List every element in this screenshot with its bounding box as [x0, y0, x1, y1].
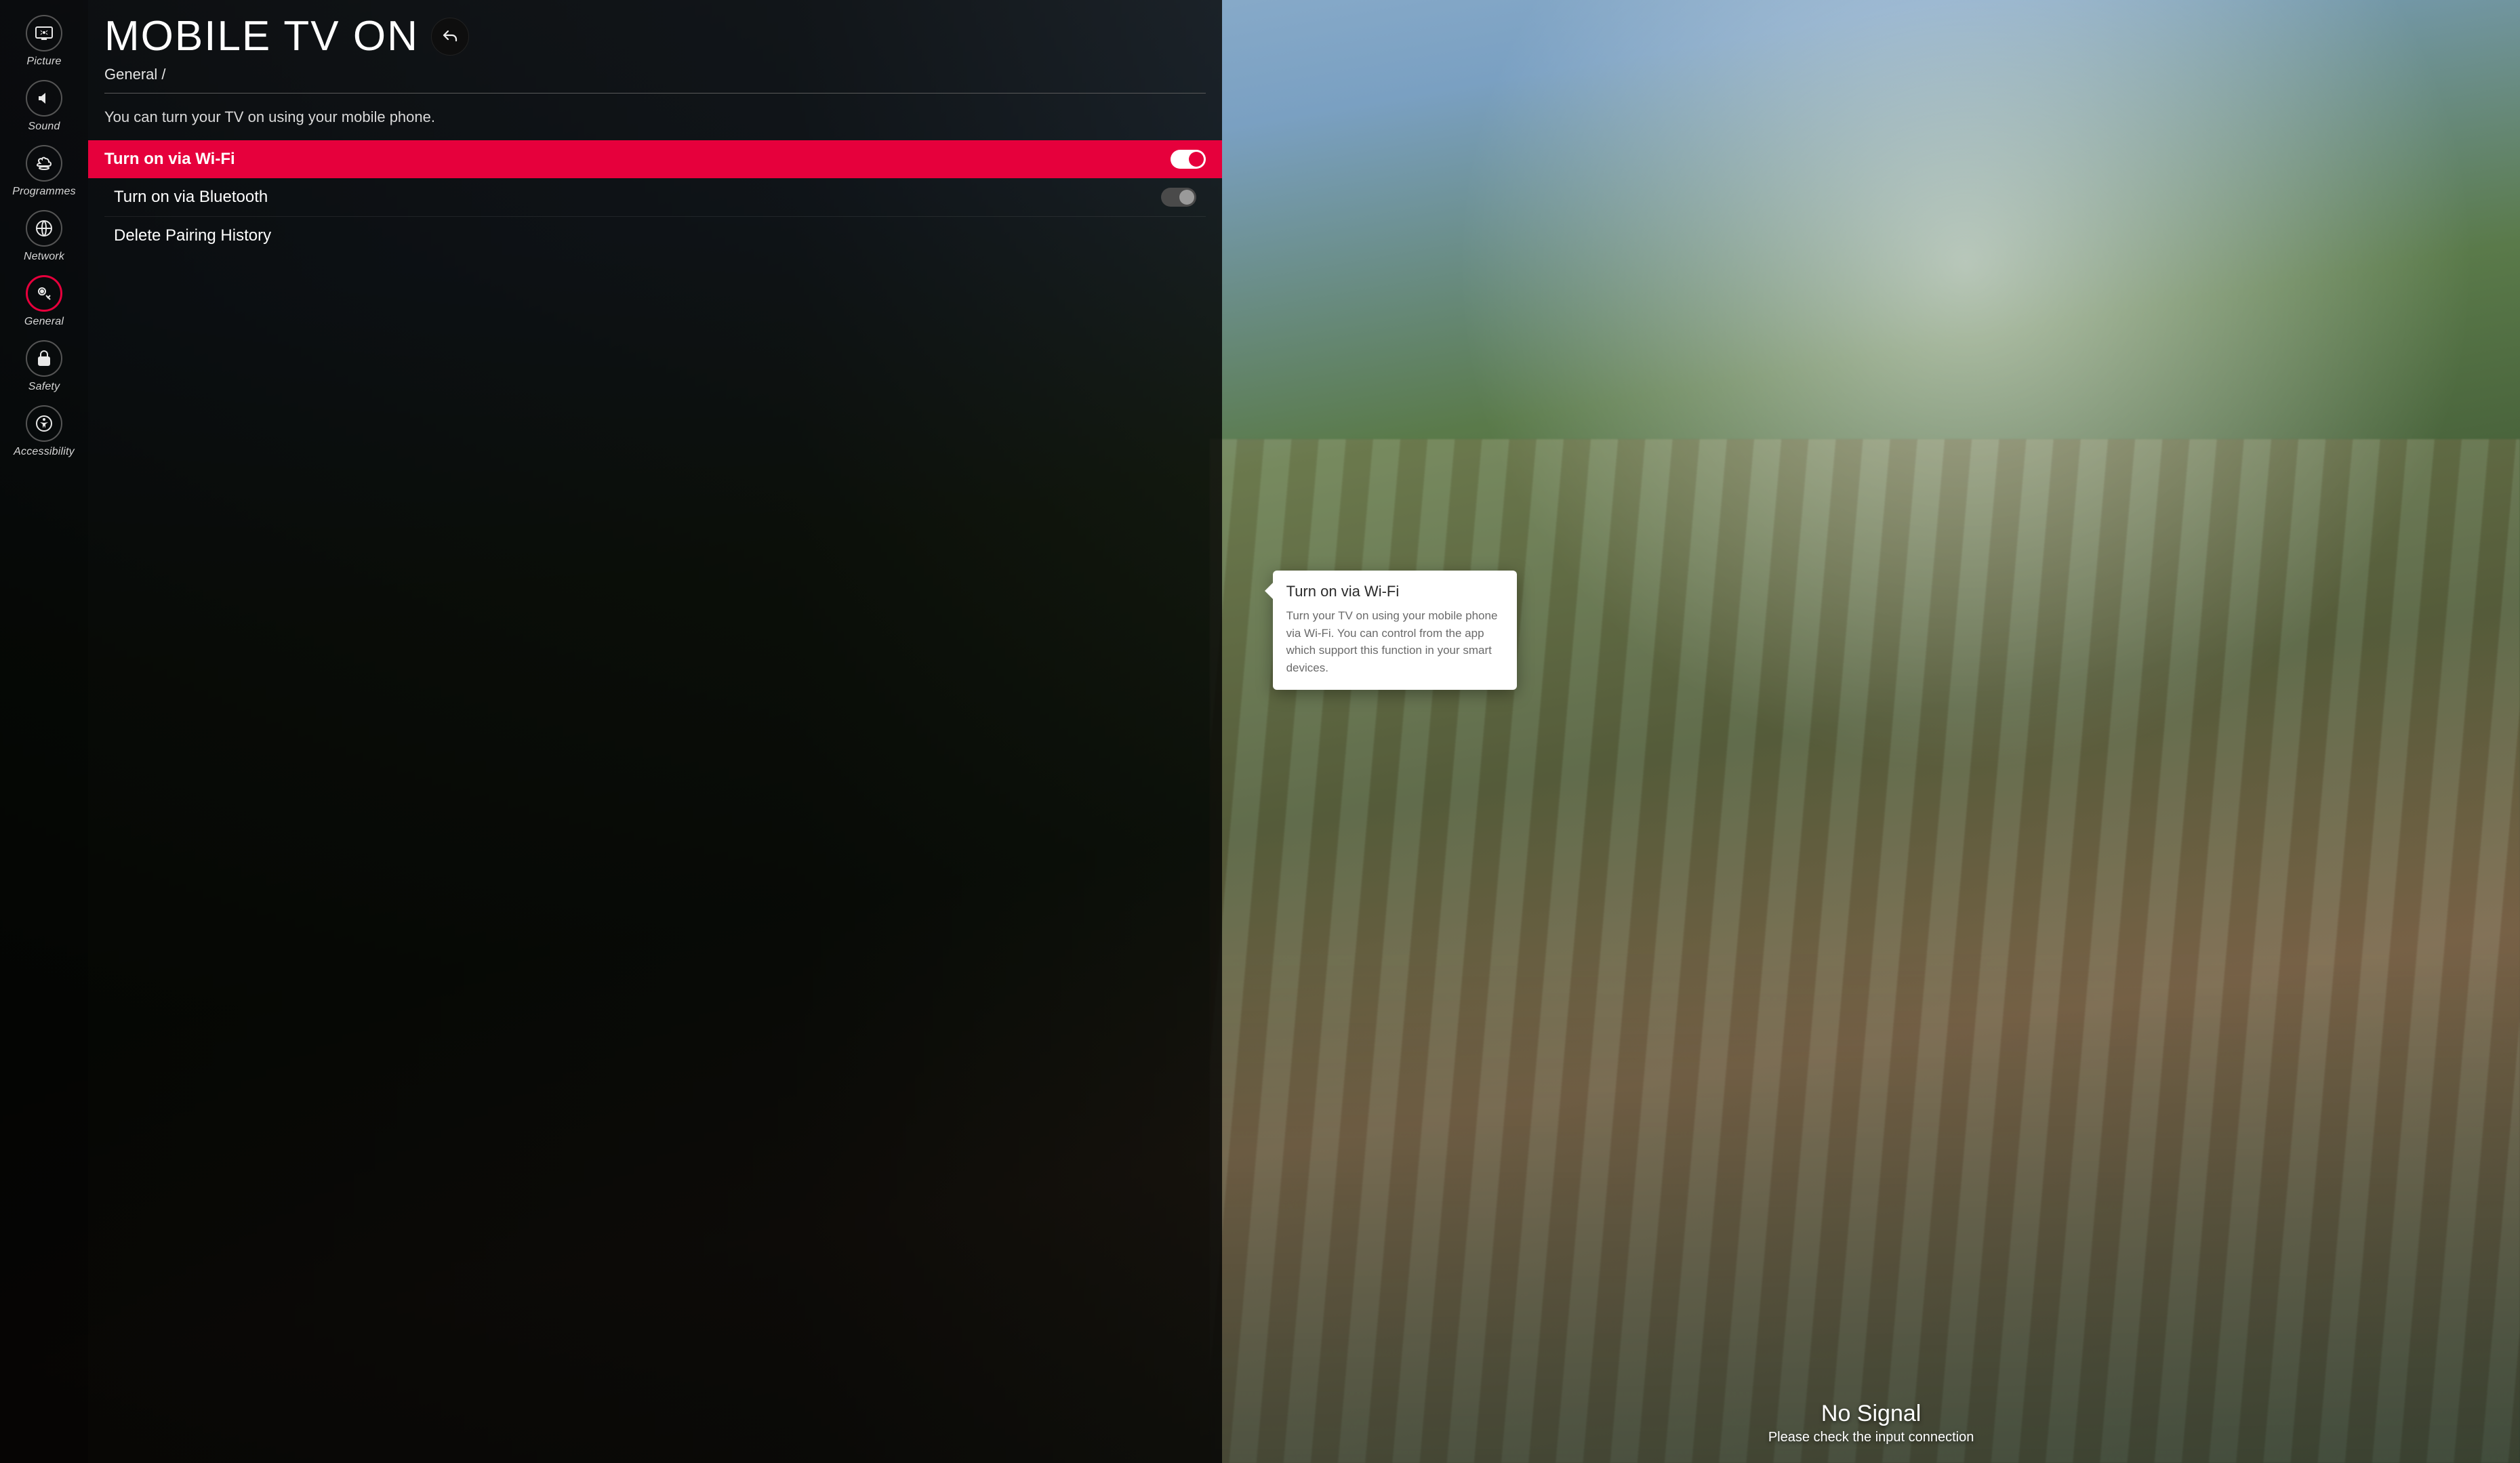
toggle-wifi[interactable]: [1171, 150, 1206, 169]
sidebar-item-sound[interactable]: Sound: [26, 80, 62, 133]
page-description: You can turn your TV on using your mobil…: [104, 106, 1206, 128]
row-label: Delete Pairing History: [114, 226, 1196, 245]
sidebar-item-safety[interactable]: Safety: [26, 340, 62, 393]
network-icon: [26, 210, 62, 247]
toggle-bluetooth[interactable]: [1161, 188, 1196, 207]
row-turn-on-bluetooth[interactable]: Turn on via Bluetooth: [104, 178, 1206, 217]
general-icon: [26, 275, 62, 312]
sidebar-item-label: Programmes: [12, 186, 76, 198]
sidebar-item-picture[interactable]: Picture: [26, 15, 62, 68]
page-title: MOBILE TV ON: [104, 12, 419, 60]
row-delete-pairing-history[interactable]: Delete Pairing History: [104, 217, 1206, 255]
back-button[interactable]: [431, 18, 469, 56]
sidebar-item-label: Sound: [28, 121, 60, 133]
sidebar-item-label: Picture: [26, 56, 61, 68]
sidebar-item-label: Safety: [28, 381, 60, 393]
no-signal-title: No Signal: [1222, 1401, 2520, 1427]
sound-icon: [26, 80, 62, 117]
tooltip-title: Turn on via Wi-Fi: [1286, 583, 1503, 600]
sidebar-item-label: General: [24, 316, 64, 328]
sidebar-item-programmes[interactable]: Programmes: [12, 145, 76, 198]
row-label: Turn on via Bluetooth: [114, 188, 1161, 207]
row-label: Turn on via Wi-Fi: [104, 150, 1171, 169]
row-turn-on-wifi[interactable]: Turn on via Wi-Fi: [88, 140, 1222, 178]
info-tooltip: Turn on via Wi-Fi Turn your TV on using …: [1273, 571, 1517, 690]
no-signal-subtitle: Please check the input connection: [1222, 1430, 2520, 1445]
settings-sidebar: Picture Sound Programmes Network: [0, 0, 88, 1463]
picture-icon: [26, 15, 62, 51]
sidebar-item-label: Accessibility: [14, 446, 75, 458]
breadcrumb: General /: [104, 66, 1206, 83]
divider: [104, 93, 1206, 94]
back-icon: [442, 28, 458, 45]
lock-icon: [26, 340, 62, 377]
tooltip-body: Turn your TV on using your mobile phone …: [1286, 607, 1503, 676]
programmes-icon: [26, 145, 62, 182]
settings-overlay: Picture Sound Programmes Network: [0, 0, 1222, 1463]
accessibility-icon: [26, 405, 62, 442]
sidebar-item-accessibility[interactable]: Accessibility: [14, 405, 75, 458]
sidebar-item-label: Network: [24, 251, 64, 263]
sidebar-item-general[interactable]: General: [24, 275, 64, 328]
sidebar-item-network[interactable]: Network: [24, 210, 64, 263]
no-signal-banner: No Signal Please check the input connect…: [1222, 1401, 2520, 1445]
settings-pane: MOBILE TV ON General / You can turn your…: [88, 0, 1222, 1463]
